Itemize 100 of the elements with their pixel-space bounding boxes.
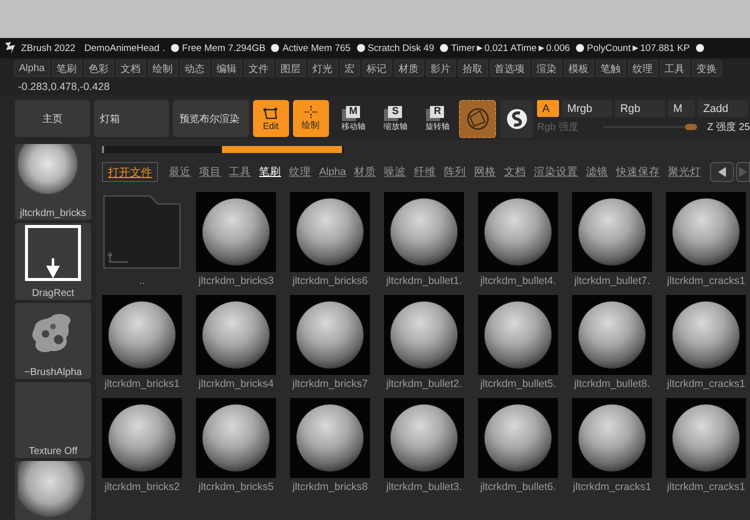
tab[interactable]: 渲染设置 xyxy=(531,165,581,179)
stroke-button[interactable] xyxy=(500,100,534,138)
axis-button[interactable]: S 缩放轴 xyxy=(378,100,413,137)
file-label: jltcrkdm_bricks7 xyxy=(292,377,368,392)
tab[interactable]: 网格 xyxy=(471,165,499,179)
menu-item[interactable]: 文档 xyxy=(116,60,146,77)
menu-item[interactable]: 动态 xyxy=(180,60,210,77)
channel-toggle[interactable]: Zadd xyxy=(698,100,748,117)
sidebar-slot[interactable]: DragRect xyxy=(15,223,92,300)
sphere-thumbnail[interactable] xyxy=(384,192,464,272)
file-label: jltcrkdm_cracks1 xyxy=(667,480,746,495)
sphere-thumbnail[interactable] xyxy=(196,192,276,272)
menu-item[interactable]: Alpha xyxy=(14,60,50,77)
tab[interactable]: 纤维 xyxy=(411,165,439,179)
menu-item[interactable]: 宏 xyxy=(340,60,360,77)
file-label: jltcrkdm_cracks1 xyxy=(573,480,652,495)
tab[interactable]: 聚光灯 xyxy=(665,165,704,179)
menu-item[interactable]: 灯光 xyxy=(308,60,338,77)
sidebar-slot[interactable] xyxy=(15,461,92,520)
file-label: jltcrkdm_bullet4. xyxy=(480,274,556,289)
sphere-thumbnail[interactable] xyxy=(666,295,746,375)
file-label: jltcrkdm_bullet6. xyxy=(480,480,556,495)
menu-item[interactable]: 笔刷 xyxy=(52,60,82,77)
menu-item[interactable]: 绘制 xyxy=(148,60,178,77)
tab[interactable]: 纹理 xyxy=(286,165,314,179)
mode-button[interactable]: Edit xyxy=(252,100,289,137)
tab[interactable]: Alpha xyxy=(316,166,349,178)
menu-item[interactable]: 编辑 xyxy=(212,60,242,77)
menu-item[interactable]: 影片 xyxy=(426,60,456,77)
material-button[interactable] xyxy=(459,100,496,138)
dot-icon xyxy=(356,44,365,52)
document-name: DemoAnimeHead xyxy=(84,42,160,54)
status-text: PolyCount►107.881 KP xyxy=(586,42,690,54)
slot-label: DragRect xyxy=(32,286,74,300)
tab[interactable]: 最近 xyxy=(166,165,194,179)
menu-item[interactable]: 纹理 xyxy=(628,60,658,77)
nav-button[interactable]: 预览布尔渲染 xyxy=(173,100,249,137)
file-label: jltcrkdm_bricks8 xyxy=(292,480,368,495)
sphere-thumbnail[interactable] xyxy=(102,398,182,478)
channel-toggle[interactable]: Mrgb xyxy=(562,100,612,117)
tab[interactable]: 滤镜 xyxy=(583,165,611,179)
channel-toggle[interactable]: M xyxy=(668,100,696,117)
menu-item[interactable]: 色彩 xyxy=(84,60,114,77)
sidebar-slot[interactable]: jltcrkdm_bricks xyxy=(15,144,92,220)
tab[interactable]: 笔刷 xyxy=(256,165,284,179)
axis-button[interactable]: M 移动轴 xyxy=(336,100,371,137)
status-text: Active Mem 765 xyxy=(282,42,351,54)
sphere-thumbnail[interactable] xyxy=(478,295,558,375)
sphere-thumbnail[interactable] xyxy=(290,295,370,375)
sphere-thumbnail[interactable] xyxy=(572,295,652,375)
left-triangle-icon xyxy=(716,166,728,178)
menu-item[interactable]: 变换 xyxy=(692,60,722,77)
channel-toggle[interactable]: A xyxy=(537,100,560,117)
open-file-button[interactable]: 打开文件 xyxy=(102,162,158,182)
sphere-thumbnail[interactable] xyxy=(196,295,276,375)
slot-label: jltcrkdm_bricks xyxy=(20,207,86,220)
file-label: jltcrkdm_bullet2. xyxy=(386,377,462,392)
tab[interactable]: 阵列 xyxy=(441,165,469,179)
sphere-thumbnail[interactable] xyxy=(196,398,276,478)
edit-frame-icon xyxy=(262,106,280,120)
sphere-thumbnail[interactable] xyxy=(478,192,558,272)
sphere-thumbnail[interactable] xyxy=(666,398,746,478)
tab[interactable]: 噪波 xyxy=(381,165,409,179)
tab[interactable]: 项目 xyxy=(196,165,224,179)
sphere-thumbnail[interactable] xyxy=(290,398,370,478)
sphere-thumbnail[interactable] xyxy=(666,192,746,272)
sphere-thumbnail[interactable] xyxy=(290,192,370,272)
channel-toggle[interactable]: Rgb xyxy=(615,100,666,117)
menu-item[interactable]: 材质 xyxy=(394,60,424,77)
tab[interactable]: 材质 xyxy=(351,165,379,179)
menu-item[interactable]: 拾取 xyxy=(458,60,488,77)
menu-item[interactable]: 首选项 xyxy=(490,60,530,77)
file-label: jltcrkdm_bricks4 xyxy=(198,377,274,392)
sphere-thumbnail[interactable] xyxy=(572,192,652,272)
dot-icon xyxy=(576,44,584,52)
tab[interactable]: 工具 xyxy=(226,165,254,179)
sphere-thumbnail[interactable] xyxy=(384,398,464,478)
sphere-thumbnail[interactable] xyxy=(572,398,652,478)
sidebar-slot[interactable]: Texture Off xyxy=(15,382,92,458)
axis-button[interactable]: R 旋转轴 xyxy=(420,100,455,137)
nav-button[interactable]: 主页 xyxy=(15,100,90,137)
menu-item[interactable]: 渲染 xyxy=(532,60,562,77)
dot-icon xyxy=(271,44,280,52)
sphere-thumbnail[interactable] xyxy=(384,295,464,375)
menu-item[interactable]: 文件 xyxy=(244,60,274,77)
menu-item[interactable]: 工具 xyxy=(660,60,690,77)
tab[interactable]: 文档 xyxy=(501,165,529,179)
tab[interactable]: 快速保存 xyxy=(613,165,663,179)
menu-item[interactable]: 图层 xyxy=(276,60,306,77)
mode-button[interactable]: 绘制 xyxy=(292,100,329,137)
menu-item[interactable]: 笔触 xyxy=(596,60,626,77)
sphere-thumbnail[interactable] xyxy=(102,295,182,375)
previous-arrow-button[interactable] xyxy=(710,162,734,182)
file-label: .. xyxy=(139,274,146,289)
sphere-thumbnail[interactable] xyxy=(478,398,558,478)
menu-item[interactable]: 模板 xyxy=(564,60,594,77)
scroll-strip[interactable] xyxy=(102,146,344,153)
nav-button[interactable]: 灯箱 xyxy=(94,100,170,137)
sidebar-slot[interactable]: ~BrushAlpha xyxy=(15,302,92,379)
menu-item[interactable]: 标记 xyxy=(362,60,392,77)
